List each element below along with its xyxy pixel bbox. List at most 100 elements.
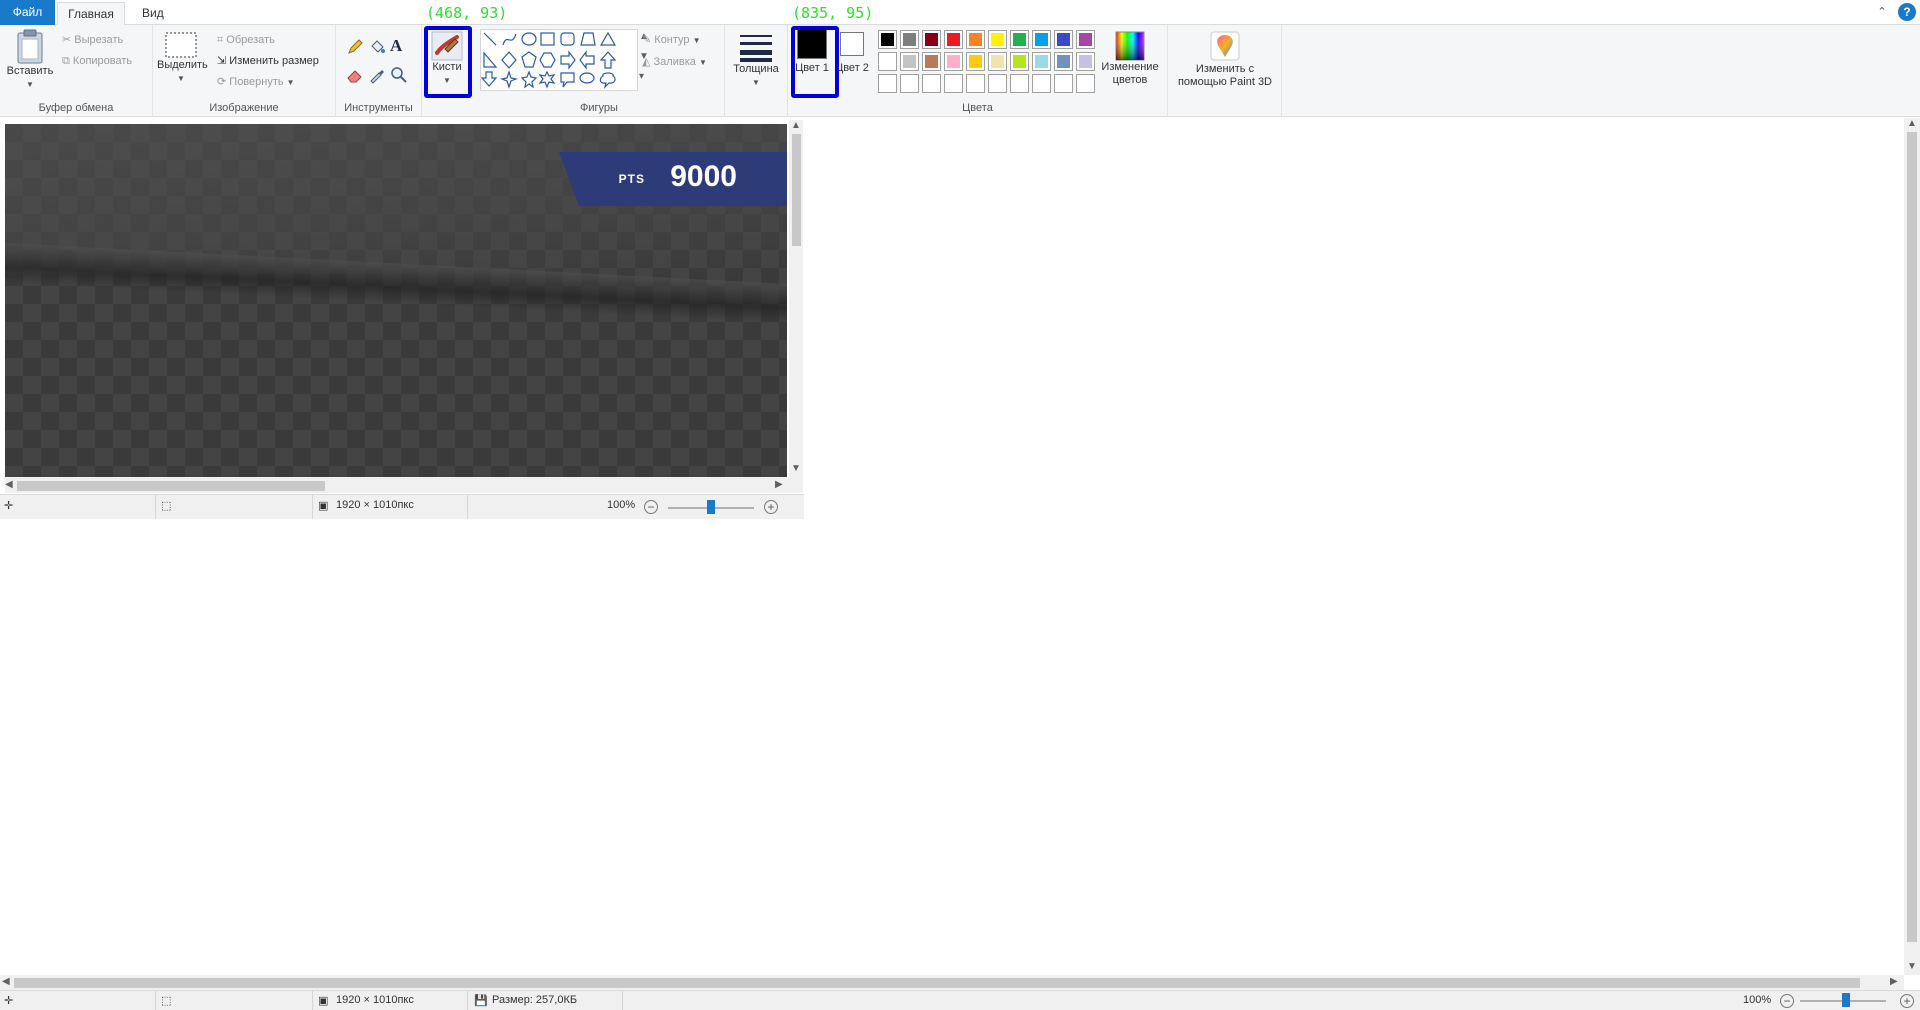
- horizontal-scrollbar[interactable]: ◀ ▶: [0, 975, 1904, 990]
- cut-button[interactable]: ✂ Вырезать: [62, 31, 123, 49]
- magnifier-icon[interactable]: [390, 66, 408, 84]
- zoom-slider-thumb[interactable]: [1842, 993, 1850, 1007]
- palette-swatch[interactable]: [922, 30, 941, 49]
- resize-icon: ⇲: [217, 55, 227, 68]
- palette-swatch[interactable]: [1032, 74, 1051, 93]
- palette-swatch[interactable]: [1032, 30, 1051, 49]
- text-tool-icon[interactable]: A: [390, 36, 402, 56]
- palette-swatch[interactable]: [1054, 30, 1073, 49]
- inner-horizontal-scrollbar[interactable]: ◀ ▶: [5, 477, 803, 493]
- palette-swatch[interactable]: [1054, 52, 1073, 71]
- palette-swatch-color: [903, 55, 916, 68]
- shapes-gallery[interactable]: [480, 29, 638, 91]
- palette-swatch[interactable]: [922, 74, 941, 93]
- inner-zoom-level: 100%: [607, 499, 636, 511]
- fill-dropdown-icon[interactable]: ▼: [699, 58, 707, 67]
- palette-swatch[interactable]: [944, 30, 963, 49]
- shapes-expand-icon[interactable]: ▾: [639, 71, 644, 82]
- color2-button[interactable]: Цвет 2: [835, 29, 869, 75]
- palette-swatch[interactable]: [900, 30, 919, 49]
- fill-icon: ◭: [642, 56, 651, 69]
- palette-swatch[interactable]: [900, 74, 919, 93]
- help-icon[interactable]: ?: [1898, 3, 1916, 21]
- palette-swatch[interactable]: [1032, 52, 1051, 71]
- palette-swatch-color: [969, 33, 982, 46]
- palette-swatch[interactable]: [944, 52, 963, 71]
- zoom-in-icon[interactable]: +: [1900, 994, 1914, 1008]
- vertical-scrollbar[interactable]: ▲ ▼: [1904, 118, 1920, 975]
- fill-bucket-icon[interactable]: [368, 38, 386, 56]
- fill-button[interactable]: ◭ Заливка ▼: [642, 53, 707, 71]
- status-bar: ✛ ⬚ ▣ 1920 × 1010пкс 💾 Размер: 257,0КБ 1…: [0, 990, 1920, 1010]
- palette-swatch[interactable]: [1076, 52, 1095, 71]
- copy-icon: ⧉: [62, 55, 70, 68]
- size-button[interactable]: Толщина ▼: [729, 31, 783, 89]
- palette-swatch[interactable]: [966, 52, 985, 71]
- palette-swatch[interactable]: [988, 74, 1007, 93]
- six-point-star-shape-icon: [538, 70, 556, 89]
- palette-swatch[interactable]: [1076, 74, 1095, 93]
- palette-swatch[interactable]: [988, 30, 1007, 49]
- arrow-right-shape-icon: [560, 50, 576, 70]
- paste-button[interactable]: Вставить ▼: [6, 29, 54, 91]
- inner-scroll-up-icon[interactable]: ▲: [791, 120, 801, 131]
- palette-swatch[interactable]: [966, 30, 985, 49]
- image-canvas[interactable]: PTS 9000: [5, 124, 787, 477]
- inner-scroll-right-icon[interactable]: ▶: [775, 479, 783, 490]
- inner-zoom-slider-thumb[interactable]: [707, 500, 715, 514]
- inner-vertical-scrollbar[interactable]: ▲ ▼: [789, 120, 803, 477]
- select-button[interactable]: Выделить ▼: [157, 31, 208, 85]
- inner-zoom-in-icon[interactable]: +: [764, 500, 778, 514]
- palette-swatch[interactable]: [878, 74, 897, 93]
- rotate-button[interactable]: ⟳ Повернуть ▼: [217, 73, 295, 91]
- points-value: 9000: [670, 160, 737, 193]
- inner-scroll-down-icon[interactable]: ▼: [791, 463, 801, 474]
- palette-swatch[interactable]: [878, 30, 897, 49]
- triangle-shape-icon: [599, 31, 617, 46]
- palette-swatch[interactable]: [878, 52, 897, 71]
- crop-button[interactable]: ⌗ Обрезать: [217, 31, 275, 49]
- rotate-dropdown-icon[interactable]: ▼: [287, 78, 295, 87]
- eraser-icon[interactable]: [346, 66, 364, 84]
- pencil-icon[interactable]: [346, 38, 364, 56]
- size-dropdown-icon[interactable]: ▼: [729, 76, 783, 89]
- scroll-left-icon[interactable]: ◀: [2, 976, 10, 987]
- horizontal-scroll-thumb[interactable]: [14, 978, 1860, 988]
- tab-home[interactable]: Главная: [57, 2, 125, 25]
- copy-button[interactable]: ⧉ Копировать: [62, 52, 132, 70]
- resize-button[interactable]: ⇲ Изменить размер: [217, 52, 319, 70]
- outline-button[interactable]: ✎ Контур ▼: [642, 31, 701, 49]
- paste-dropdown-icon[interactable]: ▼: [6, 78, 54, 91]
- scissors-icon: ✂: [62, 34, 72, 47]
- palette-swatch[interactable]: [1054, 74, 1073, 93]
- vertical-scroll-thumb[interactable]: [1907, 132, 1917, 942]
- outline-dropdown-icon[interactable]: ▼: [693, 36, 701, 45]
- palette-swatch[interactable]: [1010, 30, 1029, 49]
- minimize-ribbon-icon[interactable]: ⌃: [1874, 4, 1890, 20]
- arrow-down-shape-icon: [480, 71, 498, 87]
- palette-swatch[interactable]: [900, 52, 919, 71]
- inner-vertical-scroll-thumb[interactable]: [792, 134, 801, 246]
- palette-swatch[interactable]: [1076, 30, 1095, 49]
- scroll-down-icon[interactable]: ▼: [1907, 961, 1917, 972]
- inner-scroll-left-icon[interactable]: ◀: [5, 479, 13, 490]
- inner-horizontal-scroll-thumb[interactable]: [17, 481, 325, 491]
- select-dropdown-icon[interactable]: ▼: [157, 72, 205, 85]
- zoom-level: 100%: [1743, 994, 1772, 1006]
- palette-swatch-color: [1079, 33, 1092, 46]
- paint3d-button[interactable]: Изменить с помощью Paint 3D: [1172, 31, 1278, 89]
- palette-swatch[interactable]: [922, 52, 941, 71]
- palette-swatch[interactable]: [966, 74, 985, 93]
- color-picker-icon[interactable]: [368, 66, 386, 84]
- tab-view[interactable]: Вид: [130, 2, 176, 25]
- edit-colors-button[interactable]: Изменение цветов: [1096, 31, 1164, 87]
- scroll-right-icon[interactable]: ▶: [1890, 976, 1898, 987]
- scroll-up-icon[interactable]: ▲: [1907, 118, 1917, 129]
- tab-file[interactable]: Файл: [0, 0, 55, 25]
- zoom-out-icon[interactable]: −: [1780, 994, 1794, 1008]
- inner-zoom-out-icon[interactable]: −: [644, 500, 658, 514]
- palette-swatch[interactable]: [944, 74, 963, 93]
- palette-swatch[interactable]: [988, 52, 1007, 71]
- palette-swatch[interactable]: [1010, 74, 1029, 93]
- palette-swatch[interactable]: [1010, 52, 1029, 71]
